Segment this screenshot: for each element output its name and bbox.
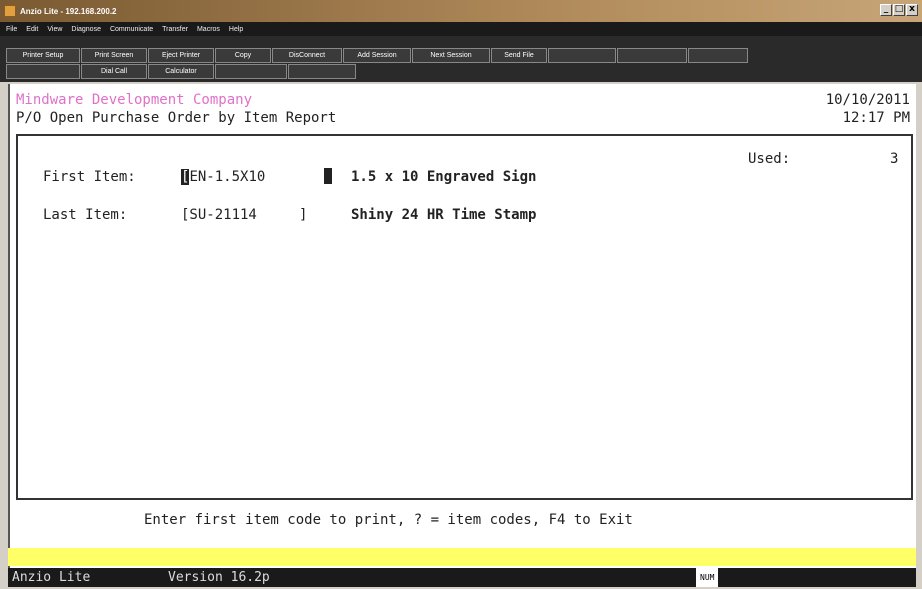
toolbar-blank-9-button [548, 48, 616, 63]
toolbar-row-1: Printer Setup Print Screen Eject Printer Co… [6, 48, 916, 63]
used-value: 3 [890, 151, 899, 167]
menu-diagnose[interactable]: Diagnose [71, 26, 101, 33]
report-date: 10/10/2011 [825, 92, 910, 108]
first-item-description: 1.5 x 10 Engraved Sign [351, 169, 537, 185]
toolbar-row-2: Dial Call Calculator [6, 64, 916, 79]
window-title: Anzio Lite - 192.168.200.2 [20, 6, 117, 16]
toolbar-disconnect-button[interactable]: DisConnect [272, 48, 342, 63]
menu-communicate[interactable]: Communicate [110, 26, 153, 33]
toolbar-calculator-button[interactable]: Calculator [148, 64, 214, 79]
app-icon [4, 5, 16, 17]
last-item-field[interactable]: [SU-21114 ] [181, 206, 307, 224]
menu-file[interactable]: File [6, 26, 17, 33]
menu-edit[interactable]: Edit [26, 26, 38, 33]
last-item-label: Last Item: [43, 207, 128, 223]
menu-bar: File Edit View Diagnose Communicate Transfer M… [0, 22, 922, 36]
close-button[interactable]: x [906, 4, 918, 16]
input-prompt: Enter first item code to print, ? = item… [144, 512, 633, 528]
num-lock-indicator: NUM [696, 568, 719, 587]
maximize-button[interactable]: □ [893, 4, 905, 16]
status-version: Version 16.2p [168, 570, 270, 585]
toolbar-print-screen-button[interactable]: Print Screen [81, 48, 147, 63]
toolbar-next-session-button[interactable]: Next Session [412, 48, 490, 63]
report-time: 12:17 PM [842, 110, 910, 126]
toolbar-blank-11-button [688, 48, 748, 63]
function-key-bar [8, 548, 916, 566]
status-app-name: Anzio Lite [12, 570, 91, 585]
menu-view[interactable]: View [47, 26, 62, 33]
menu-macros[interactable]: Macros [197, 26, 220, 33]
window-controls: _ □ x [880, 4, 918, 16]
toolbar-blank-1-button [6, 64, 80, 79]
status-spacer [718, 568, 916, 587]
toolbar-printer-setup-button[interactable]: Printer Setup [6, 48, 80, 63]
field-end-marker [324, 168, 333, 184]
toolbar-blank-5-button [288, 64, 356, 79]
toolbar-copy-button[interactable]: Copy [215, 48, 271, 63]
first-item-value: EN-1.5X10 [189, 169, 266, 185]
toolbar-add-session-button[interactable]: Add Session [343, 48, 411, 63]
first-item-label: First Item: [43, 169, 136, 185]
minimize-button[interactable]: _ [880, 4, 892, 16]
terminal-screen[interactable]: Mindware Development Company P/O Open Pu… [8, 84, 916, 568]
last-item-description: Shiny 24 HR Time Stamp [351, 207, 537, 223]
company-name: Mindware Development Company [16, 92, 253, 108]
used-label: Used: [748, 151, 791, 167]
toolbar-dial-call-button[interactable]: Dial Call [81, 64, 147, 79]
status-bar: Anzio Lite Version 16.2p NUM [8, 568, 916, 587]
toolbar-blank-4-button [215, 64, 287, 79]
toolbar: Printer Setup Print Screen Eject Printer Co… [0, 36, 922, 82]
menu-help[interactable]: Help [229, 26, 243, 33]
first-item-field[interactable]: [EN-1.5X10 [181, 168, 333, 186]
toolbar-eject-printer-button[interactable]: Eject Printer [148, 48, 214, 63]
toolbar-send-file-button[interactable]: Send File [491, 48, 547, 63]
toolbar-blank-10-button [617, 48, 687, 63]
menu-transfer[interactable]: Transfer [162, 26, 188, 33]
title-bar: Anzio Lite - 192.168.200.2 _ □ x [0, 0, 922, 22]
report-title: P/O Open Purchase Order by Item Report [16, 110, 337, 126]
item-range-panel: Used: 3 First Item: [EN-1.5X10 1.5 x 10 … [16, 134, 913, 500]
